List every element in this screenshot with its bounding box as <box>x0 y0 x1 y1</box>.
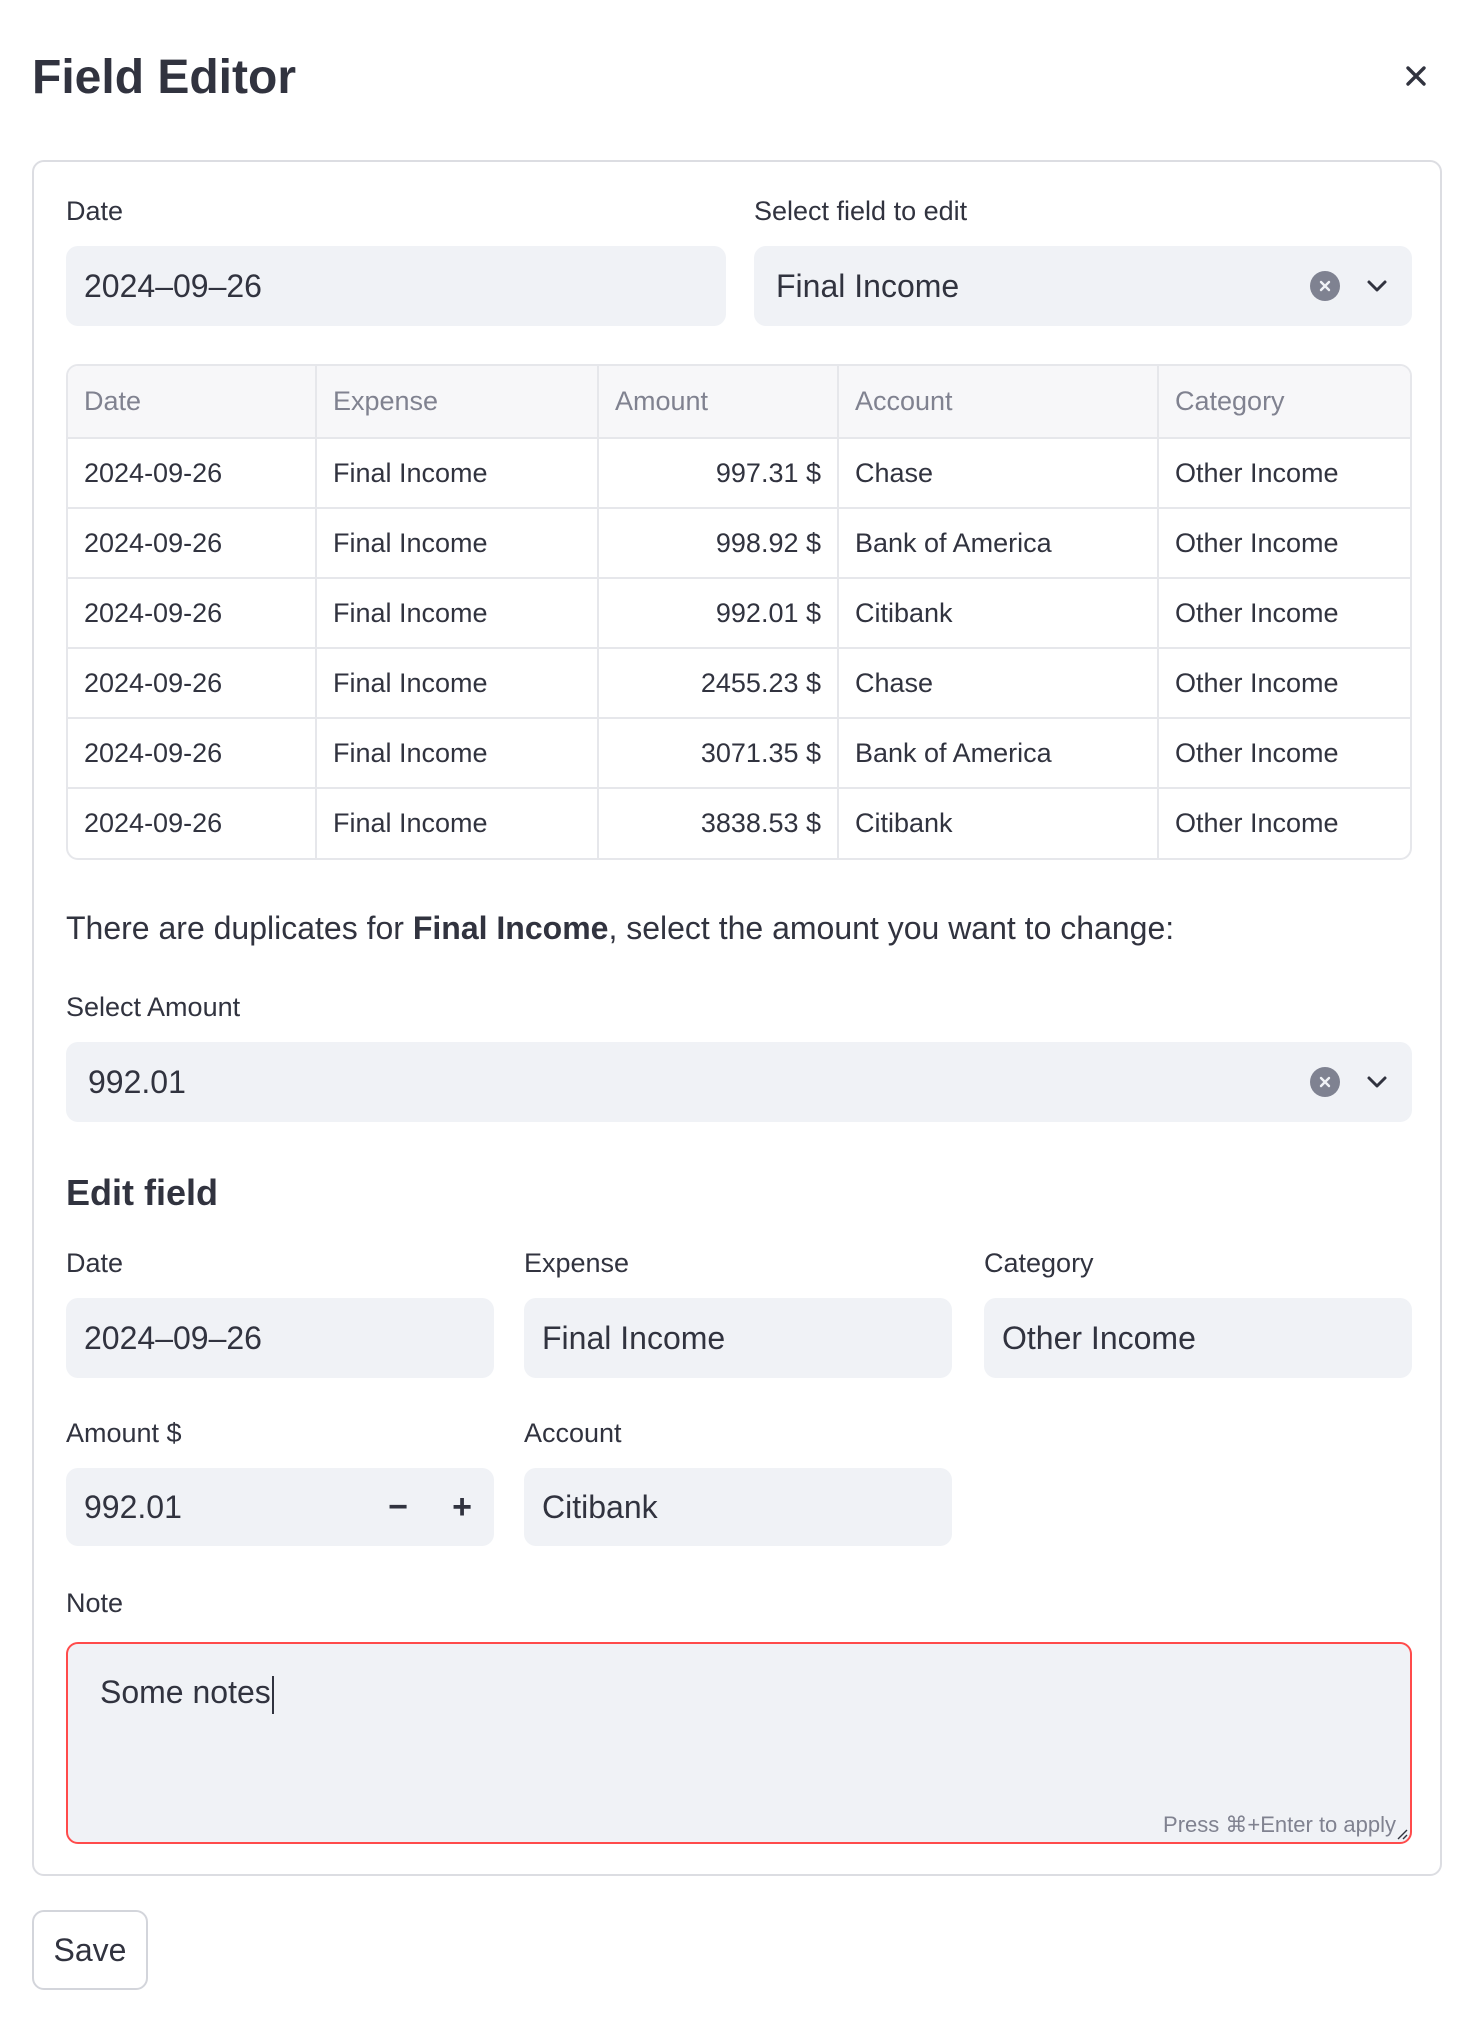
table-row[interactable]: 2024-09-26 Final Income 998.92 $ Bank of… <box>68 508 1410 579</box>
edit-account-input[interactable]: Citibank <box>524 1468 952 1546</box>
clear-selection-icon[interactable] <box>1310 1067 1340 1097</box>
chevron-down-icon[interactable] <box>1362 271 1392 301</box>
cell-expense: Final Income <box>316 648 599 719</box>
increment-button[interactable]: + <box>430 1468 494 1546</box>
cell-category: Other Income <box>1158 648 1410 719</box>
edit-expense-input[interactable]: Final Income <box>524 1298 952 1378</box>
edit-amount-label: Amount $ <box>66 1418 182 1448</box>
cell-amount: 997.31 $ <box>598 438 839 509</box>
edit-expense-label: Expense <box>524 1248 630 1278</box>
cell-amount: 3071.35 $ <box>598 718 839 789</box>
select-field-dropdown[interactable]: Final Income <box>754 246 1412 326</box>
save-button[interactable]: Save <box>32 1910 148 1990</box>
cell-expense: Final Income <box>316 508 599 579</box>
table-row[interactable]: 2024-09-26 Final Income 3071.35 $ Bank o… <box>68 718 1410 789</box>
cell-amount: 2455.23 $ <box>598 648 839 719</box>
amount-input[interactable]: 992.01 <box>84 1489 182 1526</box>
table-row[interactable]: 2024-09-26 Final Income 992.01 $ Citiban… <box>68 578 1410 649</box>
field-editor-form: Date 2024–09–26 Select field to edit Fin… <box>32 160 1442 1876</box>
cell-amount: 3838.53 $ <box>598 788 839 858</box>
edit-category-input[interactable]: Other Income <box>984 1298 1412 1378</box>
cell-category: Other Income <box>1158 508 1410 579</box>
select-field-value: Final Income <box>776 267 960 304</box>
cell-category: Other Income <box>1158 578 1410 649</box>
cell-category: Other Income <box>1158 438 1410 509</box>
note-value: Some notes <box>100 1674 271 1710</box>
text-caret <box>271 1675 274 1714</box>
note-hint: Press ⌘+Enter to apply <box>1163 1812 1396 1837</box>
date-label: Date <box>66 196 124 226</box>
cell-date: 2024-09-26 <box>68 508 317 579</box>
dialog-title: Field Editor <box>32 51 296 104</box>
data-table: Date Expense Amount Account Category 202… <box>66 364 1412 860</box>
table-row[interactable]: 2024-09-26 Final Income 2455.23 $ Chase … <box>68 648 1410 719</box>
amount-stepper: 992.01 − + <box>66 1468 494 1546</box>
cell-expense: Final Income <box>316 788 599 858</box>
duplicates-suffix: , select the amount you want to change: <box>608 910 1175 946</box>
edit-date-input[interactable]: 2024–09–26 <box>66 1298 494 1378</box>
duplicates-name: Final Income <box>412 910 609 946</box>
cell-date: 2024-09-26 <box>68 578 317 649</box>
decrement-button[interactable]: − <box>366 1468 430 1546</box>
cell-date: 2024-09-26 <box>68 438 317 509</box>
note-text: Some notes <box>100 1674 274 1714</box>
cell-account: Chase <box>838 648 1159 719</box>
duplicates-message: There are duplicates for Final Income, s… <box>66 910 1174 947</box>
close-icon <box>1406 66 1426 86</box>
cell-category: Other Income <box>1175 808 1339 838</box>
clear-selection-icon[interactable] <box>1310 271 1340 301</box>
cell-account: Chase <box>838 438 1159 509</box>
select-amount-label: Select Amount <box>66 992 241 1022</box>
cell-date: 2024-09-26 <box>68 648 317 719</box>
select-amount-value: 992.01 <box>88 1063 186 1100</box>
edit-field-heading: Edit field <box>66 1172 218 1213</box>
cell-expense: Final Income <box>316 438 599 509</box>
edit-date-label: Date <box>66 1248 124 1278</box>
table-header-row: Date Expense Amount Account Category <box>68 366 1410 439</box>
duplicates-prefix: There are duplicates for <box>66 910 413 946</box>
select-amount-dropdown[interactable]: 992.01 <box>66 1042 1412 1122</box>
table-row[interactable]: 2024-09-26 Final Income 997.31 $ Chase O… <box>68 438 1410 509</box>
note-textarea[interactable]: Some notes Press ⌘+Enter to apply <box>66 1642 1412 1844</box>
cell-expense: Final Income <box>316 718 599 789</box>
edit-category-label: Category <box>984 1248 1094 1278</box>
column-header-account[interactable]: Account <box>838 366 1159 439</box>
cell-account: Bank of America <box>838 718 1159 789</box>
resize-handle-icon[interactable] <box>1394 1826 1408 1840</box>
close-button[interactable] <box>1396 56 1436 96</box>
column-header-category[interactable]: Category <box>1158 366 1410 439</box>
cell-expense: Final Income <box>316 578 599 649</box>
cell-amount: 998.92 $ <box>598 508 839 579</box>
cell-date: 2024-09-26 <box>68 788 317 858</box>
cell-amount: 992.01 $ <box>598 578 839 649</box>
chevron-down-icon[interactable] <box>1362 1067 1392 1097</box>
cell-account: Citibank <box>838 578 1159 649</box>
date-input[interactable]: 2024–09–26 <box>66 246 726 326</box>
select-field-label: Select field to edit <box>754 196 968 226</box>
edit-account-label: Account <box>524 1418 622 1448</box>
cell-category: Other Income <box>1158 718 1410 789</box>
cell-date: 2024-09-26 <box>68 718 317 789</box>
column-header-expense[interactable]: Expense <box>316 366 599 439</box>
cell-account: Citibank <box>838 788 1159 858</box>
column-header-amount[interactable]: Amount <box>598 366 839 439</box>
column-header-date[interactable]: Date <box>68 366 317 439</box>
note-label: Note <box>66 1588 124 1618</box>
table-row[interactable]: 2024-09-26 Final Income 3838.53 $ Citiba… <box>68 788 1410 858</box>
cell-account: Bank of America <box>838 508 1159 579</box>
